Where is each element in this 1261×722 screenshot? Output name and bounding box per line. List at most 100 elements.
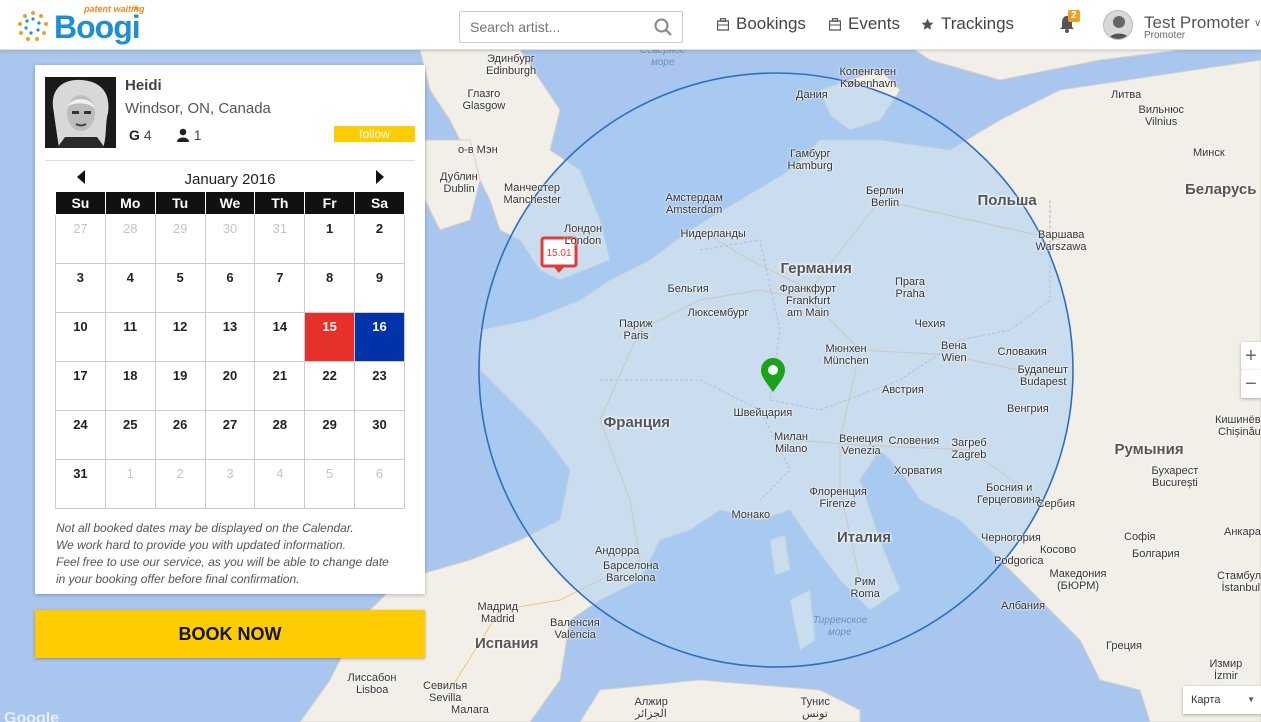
- user-icon: [176, 128, 189, 142]
- map-city-label: Roma: [850, 588, 880, 600]
- calendar-day[interactable]: 3: [55, 263, 106, 313]
- calendar-day[interactable]: 4: [104, 263, 156, 313]
- calendar-day[interactable]: 14: [254, 312, 306, 362]
- calendar-day[interactable]: 28: [104, 214, 156, 264]
- avatar[interactable]: [1103, 10, 1133, 40]
- calendar-day[interactable]: 4: [254, 459, 306, 509]
- map-city-label: London: [564, 235, 602, 247]
- chevron-down-icon[interactable]: ∨: [1254, 18, 1261, 29]
- map-city-label: Малага: [451, 704, 489, 716]
- calendar-day[interactable]: 21: [254, 361, 306, 411]
- map-city-label: Черногория: [981, 532, 1041, 544]
- calendar-day[interactable]: 30: [204, 214, 256, 264]
- map-city-label: Zagreb: [951, 449, 987, 461]
- calendar-day[interactable]: 12: [154, 312, 206, 362]
- map-type-select[interactable]: Карта ▼: [1183, 686, 1261, 714]
- calendar-day[interactable]: 11: [104, 312, 156, 362]
- disclaimer-line: We work hard to provide you with updated…: [56, 538, 346, 552]
- calendar-day[interactable]: 25: [104, 410, 156, 460]
- briefcase-icon: [829, 17, 841, 31]
- calendar-day[interactable]: 5: [154, 263, 206, 313]
- map-city-label: Австрия: [882, 384, 924, 396]
- map-city-label: Гамбург: [790, 148, 831, 160]
- calendar-day[interactable]: 6: [354, 459, 405, 509]
- map-country-label: Германия: [780, 259, 852, 277]
- map-city-label: Нидерланды: [680, 228, 746, 240]
- calendar-day[interactable]: 1: [304, 214, 356, 264]
- map-city-label: Чехия: [914, 318, 946, 330]
- calendar-day[interactable]: 20: [204, 361, 256, 411]
- calendar-day[interactable]: 22: [304, 361, 356, 411]
- weekday-fr: Fr: [304, 191, 356, 215]
- calendar-day[interactable]: 17: [55, 361, 106, 411]
- google-logo: Google: [4, 710, 60, 722]
- calendar-day[interactable]: 3: [204, 459, 256, 509]
- map-city-label: Люксембург: [687, 307, 749, 319]
- calendar-day[interactable]: 27: [55, 214, 106, 264]
- calendar-day[interactable]: 9: [354, 263, 405, 313]
- next-month-icon[interactable]: [372, 169, 386, 185]
- divider: [45, 160, 415, 161]
- boogi-logo[interactable]: patent waiting ★ Boogi: [18, 3, 148, 46]
- calendar-day[interactable]: 26: [154, 410, 206, 460]
- map-city-label: Герцеговина: [977, 494, 1041, 506]
- calendar-day[interactable]: 1: [104, 459, 156, 509]
- calendar-day[interactable]: 2: [354, 214, 405, 264]
- follow-button[interactable]: follow: [334, 126, 415, 142]
- calendar-day[interactable]: 29: [304, 410, 356, 460]
- user-role: Promoter: [1144, 30, 1186, 41]
- nav-trackings[interactable]: Trackings: [921, 14, 1014, 34]
- search-icon[interactable]: [654, 18, 672, 36]
- map-city-label: İzmir: [1214, 670, 1238, 682]
- book-now-button[interactable]: BOOK NOW: [35, 610, 425, 658]
- weekday-mo: Mo: [104, 191, 156, 215]
- map-city-label: الجزائر: [635, 708, 667, 720]
- artist-name[interactable]: Heidi: [125, 77, 162, 94]
- calendar-day[interactable]: 7: [254, 263, 306, 313]
- calendar-day[interactable]: 31: [55, 459, 106, 509]
- calendar-day[interactable]: 16: [354, 312, 405, 362]
- calendar-day[interactable]: 8: [304, 263, 356, 313]
- zoom-in-button[interactable]: +: [1241, 342, 1261, 370]
- map-city-label: Босния и: [986, 482, 1033, 494]
- zoom-out-button[interactable]: −: [1241, 370, 1261, 398]
- weekday-sa: Sa: [354, 191, 405, 215]
- calendar-day[interactable]: 5: [304, 459, 356, 509]
- disclaimer-line: Feel free to use our service, as you wil…: [56, 555, 389, 569]
- weekday-su: Su: [55, 191, 106, 215]
- map-city-label: Бельгия: [667, 283, 709, 295]
- map-city-label: Флоренция: [809, 486, 867, 498]
- map-city-label: Praha: [895, 288, 925, 300]
- disclaimer-line: in your booking offer before final confi…: [56, 572, 300, 586]
- calendar-day[interactable]: 10: [55, 312, 106, 362]
- map-city-label: Македония: [1049, 568, 1107, 580]
- calendar-day[interactable]: 27: [204, 410, 256, 460]
- map-city-label: Frankfurt: [786, 295, 831, 307]
- calendar-day[interactable]: 13: [204, 312, 256, 362]
- logo-ring-icon: [18, 11, 48, 41]
- map-city-label: Стамбул: [1217, 570, 1261, 582]
- map-city-label: Литва: [1111, 89, 1142, 101]
- nav-bookings[interactable]: Bookings: [717, 14, 806, 34]
- calendar-day[interactable]: 23: [354, 361, 405, 411]
- calendar-day[interactable]: 28: [254, 410, 306, 460]
- map-country-label: Испания: [475, 634, 539, 652]
- calendar-day[interactable]: 15: [304, 312, 356, 362]
- calendar-day[interactable]: 6: [204, 263, 256, 313]
- nav-events[interactable]: Events: [829, 14, 900, 34]
- calendar-day[interactable]: 19: [154, 361, 206, 411]
- calendar-day[interactable]: 31: [254, 214, 306, 264]
- map-city-label: București: [1152, 477, 1198, 489]
- search-input[interactable]: [460, 12, 650, 42]
- briefcase-icon: [717, 17, 729, 31]
- calendar-day[interactable]: 2: [154, 459, 206, 509]
- map-city-label: Chișinău: [1218, 426, 1261, 438]
- calendar-day[interactable]: 24: [55, 410, 106, 460]
- calendar-day[interactable]: 18: [104, 361, 156, 411]
- disclaimer-line: Not all booked dates may be displayed on…: [56, 521, 354, 535]
- map-city-label: Берлин: [866, 185, 904, 197]
- map-city-label: Berlin: [871, 197, 900, 209]
- calendar-day[interactable]: 30: [354, 410, 405, 460]
- map-city-label: Албания: [1001, 600, 1046, 612]
- calendar-day[interactable]: 29: [154, 214, 206, 264]
